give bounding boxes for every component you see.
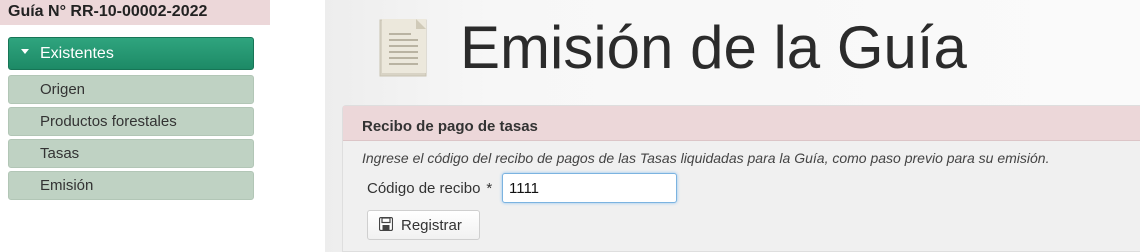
menu-section-label: Existentes <box>40 45 114 62</box>
panel-header: Recibo de pago de tasas <box>343 106 1140 141</box>
required-mark: * <box>486 180 493 197</box>
sidebar-item-label: Tasas <box>40 145 80 162</box>
document-icon <box>379 19 427 77</box>
app-window: Guía N° RR-10-00002-2022 Existentes Orig… <box>0 0 1140 252</box>
payment-receipt-panel: Recibo de pago de tasas Ingrese el códig… <box>342 105 1140 252</box>
register-button-label: Registrar <box>401 216 462 234</box>
sidebar-item-label: Productos forestales <box>40 113 177 130</box>
sidebar-item-productos-forestales[interactable]: Productos forestales <box>8 107 254 136</box>
sidebar-item-origen[interactable]: Origen <box>8 75 254 104</box>
save-icon <box>379 216 393 231</box>
register-button[interactable]: Registrar <box>367 210 480 240</box>
receipt-code-label-text: Código de recibo <box>367 180 481 197</box>
sidebar-item-emision[interactable]: Emisión <box>8 171 254 200</box>
sidebar-item-tasas[interactable]: Tasas <box>8 139 254 168</box>
page-title: Emisión de la Guía <box>460 14 967 81</box>
receipt-code-input[interactable] <box>502 173 677 203</box>
caret-down-icon <box>21 49 29 55</box>
main-content: Emisión de la Guía Recibo de pago de tas… <box>325 0 1140 252</box>
instructions-text: Ingrese el código del recibo de pagos de… <box>362 150 1050 166</box>
menu-section-existentes[interactable]: Existentes <box>8 37 254 70</box>
guide-number-header: Guía N° RR-10-00002-2022 <box>0 0 270 25</box>
sidebar: Guía N° RR-10-00002-2022 Existentes Orig… <box>0 0 325 252</box>
sidebar-item-label: Origen <box>40 81 86 98</box>
sidebar-item-label: Emisión <box>40 177 94 194</box>
receipt-code-label: Código de recibo * <box>367 180 492 197</box>
sidebar-menu: Existentes Origen Productos forestales T… <box>8 37 254 200</box>
